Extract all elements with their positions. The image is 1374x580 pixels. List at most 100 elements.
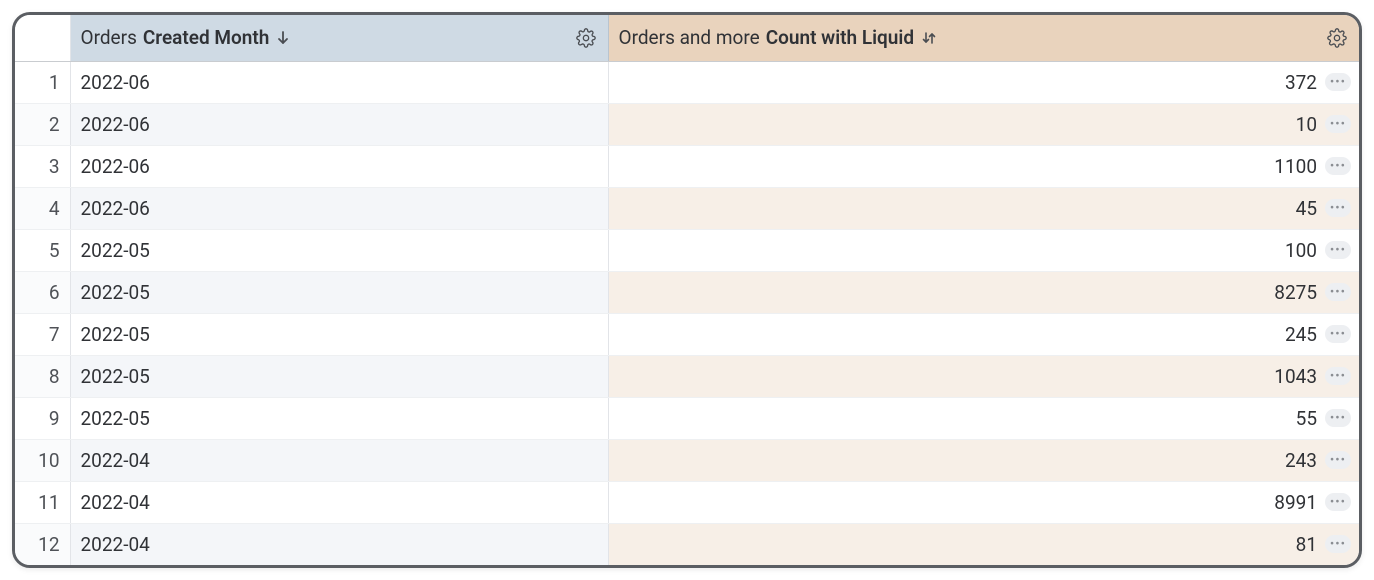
column-header-prefix: Orders and more (619, 26, 760, 49)
row-actions-button[interactable]: ••• (1325, 115, 1351, 133)
row-number: 12 (15, 523, 70, 565)
count-cell[interactable]: 81 ••• (608, 523, 1359, 565)
count-cell[interactable]: 55 ••• (608, 397, 1359, 439)
count-value: 10 (1296, 113, 1317, 136)
created-month-cell[interactable]: 2022-05 (70, 229, 608, 271)
row-actions-button[interactable]: ••• (1325, 325, 1351, 343)
count-value: 372 (1285, 71, 1317, 94)
row-number: 3 (15, 145, 70, 187)
table-row: 122022-04 81 ••• (15, 523, 1359, 565)
table-row: 82022-05 1043 ••• (15, 355, 1359, 397)
table-row: 52022-05 100 ••• (15, 229, 1359, 271)
count-cell[interactable]: 8275 ••• (608, 271, 1359, 313)
count-value: 8991 (1274, 491, 1317, 514)
row-actions-button[interactable]: ••• (1325, 199, 1351, 217)
count-value: 1043 (1274, 365, 1317, 388)
ellipsis-icon: ••• (1330, 496, 1346, 509)
row-number: 9 (15, 397, 70, 439)
row-actions-button[interactable]: ••• (1325, 409, 1351, 427)
created-month-cell[interactable]: 2022-06 (70, 61, 608, 103)
table-row: 102022-04 243 ••• (15, 439, 1359, 481)
row-number: 5 (15, 229, 70, 271)
created-month-cell[interactable]: 2022-06 (70, 145, 608, 187)
count-value: 100 (1285, 239, 1317, 262)
count-cell[interactable]: 45 ••• (608, 187, 1359, 229)
row-number: 1 (15, 61, 70, 103)
ellipsis-icon: ••• (1330, 538, 1346, 551)
row-number: 2 (15, 103, 70, 145)
count-value: 55 (1296, 407, 1317, 430)
ellipsis-icon: ••• (1330, 370, 1346, 383)
count-cell[interactable]: 243 ••• (608, 439, 1359, 481)
created-month-cell[interactable]: 2022-06 (70, 187, 608, 229)
ellipsis-icon: ••• (1330, 412, 1346, 425)
row-actions-button[interactable]: ••• (1325, 157, 1351, 175)
table-row: 72022-05 245 ••• (15, 313, 1359, 355)
header-row: Orders Created Month (15, 15, 1359, 61)
created-month-cell[interactable]: 2022-05 (70, 271, 608, 313)
created-month-cell[interactable]: 2022-04 (70, 523, 608, 565)
count-value: 8275 (1274, 281, 1317, 304)
row-number: 6 (15, 271, 70, 313)
data-table-card: Orders Created Month (12, 12, 1362, 568)
column-header-count-with-liquid[interactable]: Orders and more Count with Liquid (608, 15, 1359, 61)
row-number: 4 (15, 187, 70, 229)
ellipsis-icon: ••• (1330, 160, 1346, 173)
gear-icon (576, 28, 596, 48)
column-settings-button[interactable] (576, 28, 598, 48)
count-value: 45 (1296, 197, 1317, 220)
gear-icon (1327, 28, 1347, 48)
count-cell[interactable]: 245 ••• (608, 313, 1359, 355)
column-settings-button[interactable] (1327, 28, 1349, 48)
pivot-sort-icon[interactable] (920, 30, 938, 46)
count-value: 245 (1285, 323, 1317, 346)
row-actions-button[interactable]: ••• (1325, 283, 1351, 301)
created-month-cell[interactable]: 2022-04 (70, 481, 608, 523)
ellipsis-icon: ••• (1330, 202, 1346, 215)
row-actions-button[interactable]: ••• (1325, 241, 1351, 259)
row-actions-button[interactable]: ••• (1325, 493, 1351, 511)
table-row: 12022-06 372 ••• (15, 61, 1359, 103)
count-cell[interactable]: 10 ••• (608, 103, 1359, 145)
table-row: 42022-06 45 ••• (15, 187, 1359, 229)
row-number: 11 (15, 481, 70, 523)
row-number: 7 (15, 313, 70, 355)
ellipsis-icon: ••• (1330, 118, 1346, 131)
count-cell[interactable]: 100 ••• (608, 229, 1359, 271)
row-number-header (15, 15, 70, 61)
ellipsis-icon: ••• (1330, 286, 1346, 299)
ellipsis-icon: ••• (1330, 76, 1346, 89)
count-value: 243 (1285, 449, 1317, 472)
table-row: 32022-06 1100 ••• (15, 145, 1359, 187)
row-actions-button[interactable]: ••• (1325, 367, 1351, 385)
created-month-cell[interactable]: 2022-06 (70, 103, 608, 145)
row-actions-button[interactable]: ••• (1325, 451, 1351, 469)
created-month-cell[interactable]: 2022-05 (70, 355, 608, 397)
count-cell[interactable]: 1100 ••• (608, 145, 1359, 187)
column-header-created-month[interactable]: Orders Created Month (70, 15, 608, 61)
row-number: 8 (15, 355, 70, 397)
count-cell[interactable]: 8991 ••• (608, 481, 1359, 523)
row-number: 10 (15, 439, 70, 481)
data-table: Orders Created Month (15, 15, 1359, 566)
ellipsis-icon: ••• (1330, 454, 1346, 467)
column-header-prefix: Orders (81, 26, 137, 49)
column-header-field: Count with Liquid (766, 26, 914, 49)
count-value: 81 (1296, 533, 1317, 556)
table-row: 22022-06 10 ••• (15, 103, 1359, 145)
column-header-field: Created Month (143, 26, 270, 49)
table-row: 112022-04 8991 ••• (15, 481, 1359, 523)
ellipsis-icon: ••• (1330, 244, 1346, 257)
created-month-cell[interactable]: 2022-05 (70, 313, 608, 355)
row-actions-button[interactable]: ••• (1325, 73, 1351, 91)
ellipsis-icon: ••• (1330, 328, 1346, 341)
count-value: 1100 (1274, 155, 1317, 178)
table-row: 92022-05 55 ••• (15, 397, 1359, 439)
row-actions-button[interactable]: ••• (1325, 535, 1351, 553)
count-cell[interactable]: 1043 ••• (608, 355, 1359, 397)
table-row: 62022-05 8275 ••• (15, 271, 1359, 313)
sort-descending-icon[interactable] (275, 30, 291, 46)
created-month-cell[interactable]: 2022-04 (70, 439, 608, 481)
created-month-cell[interactable]: 2022-05 (70, 397, 608, 439)
count-cell[interactable]: 372 ••• (608, 61, 1359, 103)
